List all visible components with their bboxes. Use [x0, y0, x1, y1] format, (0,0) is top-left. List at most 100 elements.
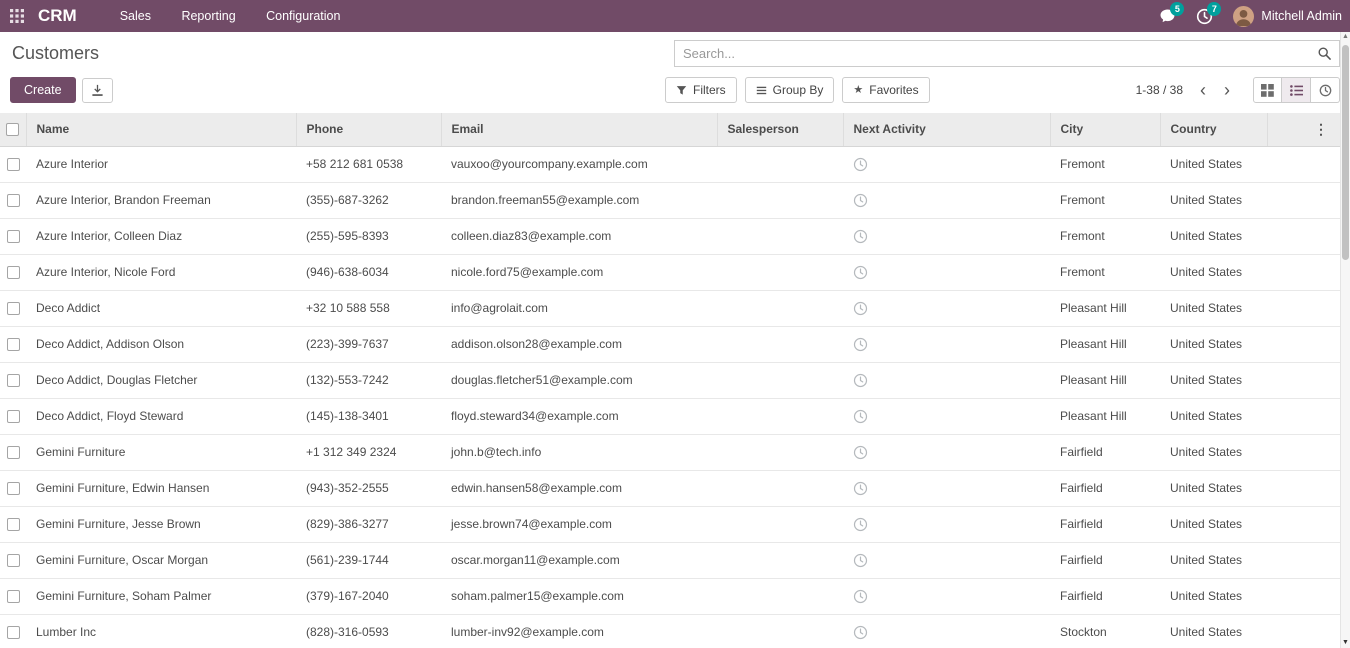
search-icon[interactable]	[1310, 47, 1339, 60]
cell-name[interactable]: Lumber Inc	[26, 614, 296, 647]
cell-email[interactable]: addison.olson28@example.com	[441, 326, 717, 362]
kanban-view-button[interactable]	[1253, 77, 1282, 103]
cell-email[interactable]: vauxoo@yourcompany.example.com	[441, 146, 717, 182]
scrollbar-up-arrow[interactable]: ▲	[1341, 33, 1350, 40]
cell-next-activity[interactable]	[843, 254, 1050, 290]
cell-salesperson[interactable]	[717, 326, 843, 362]
pager-next-button[interactable]: ›	[1215, 80, 1239, 100]
cell-salesperson[interactable]	[717, 506, 843, 542]
user-menu[interactable]: Mitchell Admin	[1233, 6, 1342, 27]
column-header-next-activity[interactable]: Next Activity	[843, 113, 1050, 146]
next-activity-clock-icon[interactable]	[853, 409, 868, 424]
messages-button[interactable]: 5	[1159, 8, 1176, 24]
table-row[interactable]: Azure Interior +58 212 681 0538 vauxoo@y…	[0, 146, 1340, 182]
cell-email[interactable]: jesse.brown74@example.com	[441, 506, 717, 542]
pager-previous-button[interactable]: ‹	[1191, 80, 1215, 100]
cell-next-activity[interactable]	[843, 362, 1050, 398]
next-activity-clock-icon[interactable]	[853, 265, 868, 280]
cell-salesperson[interactable]	[717, 182, 843, 218]
menu-sales[interactable]: Sales	[107, 0, 164, 32]
cell-city[interactable]: Pleasant Hill	[1050, 362, 1160, 398]
cell-email[interactable]: lumber-inv92@example.com	[441, 614, 717, 647]
cell-city[interactable]: Fremont	[1050, 218, 1160, 254]
next-activity-clock-icon[interactable]	[853, 337, 868, 352]
cell-name[interactable]: Gemini Furniture, Edwin Hansen	[26, 470, 296, 506]
table-row[interactable]: Gemini Furniture, Edwin Hansen (943)-352…	[0, 470, 1340, 506]
next-activity-clock-icon[interactable]	[853, 517, 868, 532]
table-row[interactable]: Gemini Furniture, Oscar Morgan (561)-239…	[0, 542, 1340, 578]
cell-phone[interactable]: (255)-595-8393	[296, 218, 441, 254]
table-row[interactable]: Deco Addict, Douglas Fletcher (132)-553-…	[0, 362, 1340, 398]
cell-email[interactable]: colleen.diaz83@example.com	[441, 218, 717, 254]
next-activity-clock-icon[interactable]	[853, 193, 868, 208]
cell-country[interactable]: United States	[1160, 542, 1267, 578]
table-row[interactable]: Deco Addict, Floyd Steward (145)-138-340…	[0, 398, 1340, 434]
column-header-phone[interactable]: Phone	[296, 113, 441, 146]
next-activity-clock-icon[interactable]	[853, 481, 868, 496]
cell-salesperson[interactable]	[717, 362, 843, 398]
next-activity-clock-icon[interactable]	[853, 625, 868, 640]
column-header-salesperson[interactable]: Salesperson	[717, 113, 843, 146]
cell-email[interactable]: douglas.fletcher51@example.com	[441, 362, 717, 398]
cell-country[interactable]: United States	[1160, 326, 1267, 362]
table-row[interactable]: Azure Interior, Colleen Diaz (255)-595-8…	[0, 218, 1340, 254]
cell-salesperson[interactable]	[717, 470, 843, 506]
cell-city[interactable]: Fremont	[1050, 254, 1160, 290]
cell-email[interactable]: edwin.hansen58@example.com	[441, 470, 717, 506]
filters-button[interactable]: Filters	[665, 77, 737, 103]
cell-name[interactable]: Gemini Furniture, Oscar Morgan	[26, 542, 296, 578]
table-row[interactable]: Lumber Inc (828)-316-0593 lumber-inv92@e…	[0, 614, 1340, 647]
column-header-country[interactable]: Country	[1160, 113, 1267, 146]
cell-phone[interactable]: +58 212 681 0538	[296, 146, 441, 182]
select-all-checkbox[interactable]	[6, 123, 19, 136]
row-checkbox[interactable]	[7, 338, 20, 351]
row-checkbox[interactable]	[7, 410, 20, 423]
cell-city[interactable]: Stockton	[1050, 614, 1160, 647]
cell-salesperson[interactable]	[717, 434, 843, 470]
cell-next-activity[interactable]	[843, 290, 1050, 326]
cell-city[interactable]: Fairfield	[1050, 434, 1160, 470]
cell-name[interactable]: Azure Interior, Nicole Ford	[26, 254, 296, 290]
cell-phone[interactable]: (132)-553-7242	[296, 362, 441, 398]
table-row[interactable]: Azure Interior, Brandon Freeman (355)-68…	[0, 182, 1340, 218]
cell-city[interactable]: Pleasant Hill	[1050, 290, 1160, 326]
cell-next-activity[interactable]	[843, 218, 1050, 254]
cell-phone[interactable]: +1 312 349 2324	[296, 434, 441, 470]
cell-city[interactable]: Fremont	[1050, 146, 1160, 182]
row-checkbox[interactable]	[7, 374, 20, 387]
cell-name[interactable]: Azure Interior	[26, 146, 296, 182]
table-row[interactable]: Deco Addict, Addison Olson (223)-399-763…	[0, 326, 1340, 362]
cell-city[interactable]: Fairfield	[1050, 470, 1160, 506]
cell-name[interactable]: Gemini Furniture	[26, 434, 296, 470]
cell-name[interactable]: Deco Addict, Douglas Fletcher	[26, 362, 296, 398]
next-activity-clock-icon[interactable]	[853, 301, 868, 316]
column-header-city[interactable]: City	[1050, 113, 1160, 146]
row-checkbox[interactable]	[7, 518, 20, 531]
cell-phone[interactable]: (145)-138-3401	[296, 398, 441, 434]
cell-next-activity[interactable]	[843, 434, 1050, 470]
cell-next-activity[interactable]	[843, 614, 1050, 647]
cell-email[interactable]: soham.palmer15@example.com	[441, 578, 717, 614]
cell-salesperson[interactable]	[717, 254, 843, 290]
cell-city[interactable]: Fairfield	[1050, 506, 1160, 542]
cell-next-activity[interactable]	[843, 182, 1050, 218]
table-row[interactable]: Gemini Furniture, Jesse Brown (829)-386-…	[0, 506, 1340, 542]
cell-name[interactable]: Deco Addict	[26, 290, 296, 326]
menu-reporting[interactable]: Reporting	[168, 0, 248, 32]
row-checkbox[interactable]	[7, 554, 20, 567]
favorites-button[interactable]: ★ Favorites	[842, 77, 929, 103]
cell-phone[interactable]: (828)-316-0593	[296, 614, 441, 647]
cell-email[interactable]: oscar.morgan11@example.com	[441, 542, 717, 578]
cell-country[interactable]: United States	[1160, 182, 1267, 218]
cell-next-activity[interactable]	[843, 398, 1050, 434]
column-header-name[interactable]: Name	[26, 113, 296, 146]
group-by-button[interactable]: Group By	[745, 77, 835, 103]
menu-configuration[interactable]: Configuration	[253, 0, 353, 32]
cell-next-activity[interactable]	[843, 542, 1050, 578]
cell-email[interactable]: info@agrolait.com	[441, 290, 717, 326]
row-checkbox[interactable]	[7, 158, 20, 171]
cell-phone[interactable]: (223)-399-7637	[296, 326, 441, 362]
row-checkbox[interactable]	[7, 626, 20, 639]
cell-country[interactable]: United States	[1160, 290, 1267, 326]
export-button[interactable]	[82, 78, 113, 103]
